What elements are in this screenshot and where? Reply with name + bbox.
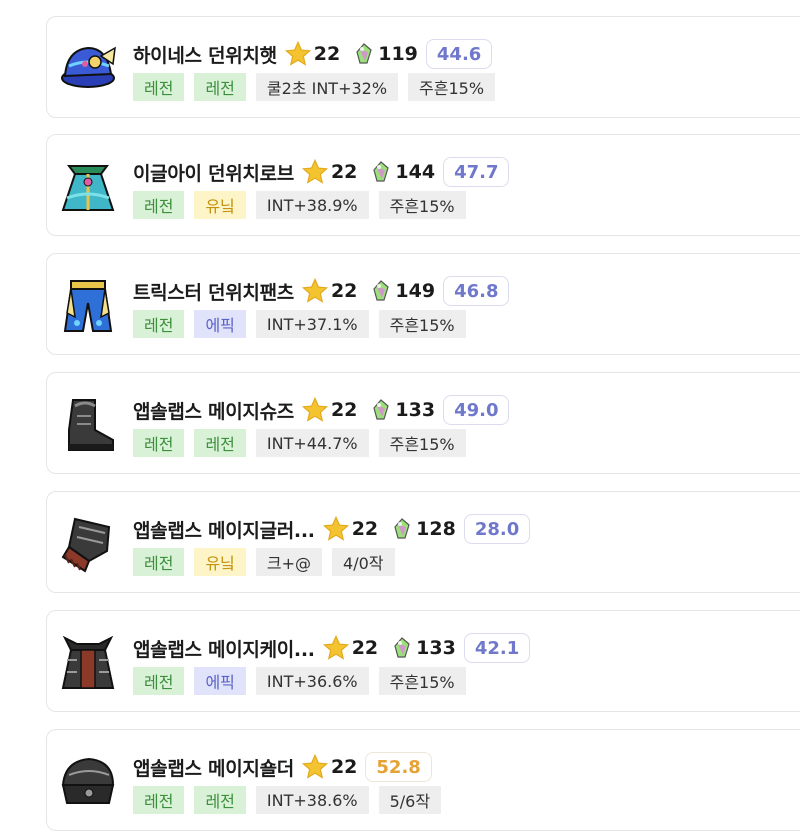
star-count: 22 bbox=[330, 280, 358, 302]
star-icon bbox=[301, 158, 329, 186]
item-name: 앱솔랩스 메이지슈즈 bbox=[133, 400, 294, 423]
pants-icon bbox=[55, 273, 121, 339]
gem-icon bbox=[369, 397, 393, 423]
star-icon bbox=[301, 396, 329, 424]
cape-icon bbox=[55, 630, 121, 696]
star-icon bbox=[322, 515, 350, 543]
scroll-tag: 5/6작 bbox=[378, 786, 442, 814]
star-count: 22 bbox=[330, 161, 358, 183]
stat-tag: INT+38.6% bbox=[255, 786, 369, 814]
gem-count: 119 bbox=[378, 43, 418, 65]
potential-grade-tag: 레전 bbox=[133, 548, 185, 576]
score-badge: 49.0 bbox=[443, 395, 510, 425]
item-name: 트릭스터 던위치팬츠 bbox=[133, 281, 294, 304]
score-badge: 52.8 bbox=[365, 752, 432, 782]
item-card[interactable]: 앱솔랩스 메이지숄더 22 52.8 레전 레전 INT+38.6% 5/6작 bbox=[46, 729, 800, 831]
potential-grade-tag: 레전 bbox=[133, 73, 185, 101]
additional-grade-tag: 레전 bbox=[194, 73, 246, 101]
scroll-tag: 4/0작 bbox=[332, 548, 395, 576]
score-badge: 44.6 bbox=[425, 39, 493, 69]
shoulder-icon bbox=[55, 749, 121, 815]
item-card[interactable]: 트릭스터 던위치팬츠 22 149 46.8 레전 에픽 INT+37.1% 주… bbox=[46, 253, 800, 355]
potential-grade-tag: 레전 bbox=[133, 191, 185, 219]
scroll-tag: 주흔15% bbox=[378, 191, 466, 219]
star-icon bbox=[284, 40, 312, 68]
stat-tag: INT+38.9% bbox=[255, 191, 369, 219]
star-icon bbox=[301, 753, 329, 781]
potential-grade-tag: 레전 bbox=[133, 667, 185, 695]
potential-grade-tag: 레전 bbox=[133, 786, 185, 814]
star-icon bbox=[301, 277, 329, 305]
star-count: 22 bbox=[351, 637, 379, 659]
gem-count: 149 bbox=[395, 280, 436, 302]
additional-grade-tag: 에픽 bbox=[194, 310, 246, 338]
item-name: 앱솔랩스 메이지숄더 bbox=[133, 757, 294, 780]
score-badge: 46.8 bbox=[443, 276, 510, 306]
gem-icon bbox=[390, 516, 414, 542]
additional-grade-tag: 유닠 bbox=[194, 191, 246, 219]
star-icon bbox=[322, 634, 350, 662]
stat-tag: INT+36.6% bbox=[255, 667, 369, 695]
additional-grade-tag: 레전 bbox=[194, 429, 246, 457]
stat-tag: 쿨2초 INT+32% bbox=[255, 73, 399, 101]
item-card[interactable]: 앱솔랩스 메이지슈즈 22 133 49.0 레전 레전 INT+44.7% 주… bbox=[46, 372, 800, 474]
star-count: 22 bbox=[330, 756, 358, 778]
gem-count: 133 bbox=[416, 637, 456, 659]
gloves-icon bbox=[55, 511, 121, 577]
scroll-tag: 주흔15% bbox=[408, 73, 496, 101]
item-name: 이글아이 던위치로브 bbox=[133, 162, 294, 185]
item-card[interactable]: 이글아이 던위치로브 22 144 47.7 레전 유닠 INT+38.9% 주… bbox=[46, 134, 800, 236]
item-name: 하이네스 던위치햇 bbox=[133, 44, 277, 67]
star-count: 22 bbox=[330, 399, 358, 421]
scroll-tag: 주흔15% bbox=[378, 667, 466, 695]
shoes-icon bbox=[55, 392, 121, 458]
star-count: 22 bbox=[313, 43, 341, 65]
star-count: 22 bbox=[351, 518, 379, 540]
gem-icon bbox=[352, 41, 376, 67]
gem-icon bbox=[369, 278, 393, 304]
gem-icon bbox=[369, 159, 393, 185]
stat-tag: 크+@ bbox=[255, 548, 323, 576]
gem-icon bbox=[390, 635, 414, 661]
item-name: 앱솔랩스 메이지케이... bbox=[133, 638, 315, 661]
potential-grade-tag: 레전 bbox=[133, 429, 185, 457]
item-name: 앱솔랩스 메이지글러... bbox=[133, 519, 315, 542]
scroll-tag: 주흔15% bbox=[378, 310, 466, 338]
additional-grade-tag: 유닠 bbox=[194, 548, 246, 576]
robe-icon bbox=[55, 154, 121, 220]
score-badge: 47.7 bbox=[443, 157, 510, 187]
additional-grade-tag: 레전 bbox=[194, 786, 246, 814]
item-card[interactable]: 하이네스 던위치햇 22 119 44.6 레전 레전 쿨2초 INT+32% … bbox=[46, 16, 800, 118]
gem-count: 144 bbox=[395, 161, 436, 183]
stat-tag: INT+37.1% bbox=[255, 310, 369, 338]
scroll-tag: 주흔15% bbox=[378, 429, 466, 457]
potential-grade-tag: 레전 bbox=[133, 310, 185, 338]
item-card[interactable]: 앱솔랩스 메이지글러... 22 128 28.0 레전 유닠 크+@ 4/0작 bbox=[46, 491, 800, 593]
score-badge: 42.1 bbox=[463, 633, 531, 663]
item-card[interactable]: 앱솔랩스 메이지케이... 22 133 42.1 레전 에픽 INT+36.6… bbox=[46, 610, 800, 712]
additional-grade-tag: 에픽 bbox=[194, 667, 246, 695]
gem-count: 133 bbox=[395, 399, 436, 421]
stat-tag: INT+44.7% bbox=[255, 429, 369, 457]
hat-icon bbox=[55, 36, 121, 102]
gem-count: 128 bbox=[416, 518, 456, 540]
score-badge: 28.0 bbox=[463, 514, 531, 544]
equipment-list: 하이네스 던위치햇 22 119 44.6 레전 레전 쿨2초 INT+32% … bbox=[0, 0, 800, 833]
